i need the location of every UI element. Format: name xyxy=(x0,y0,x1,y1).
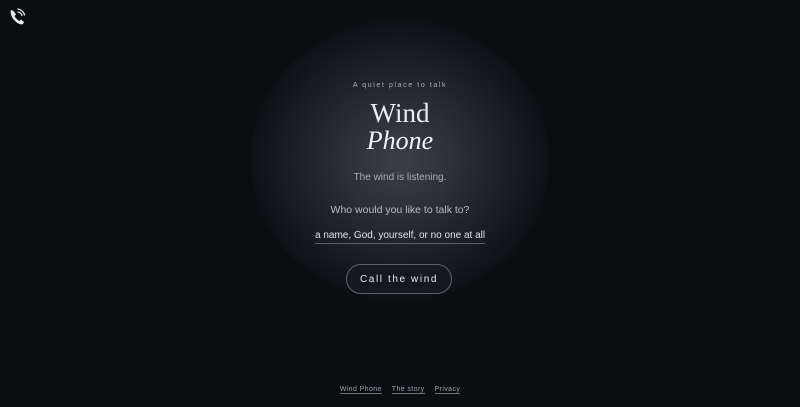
footer-link-wind-phone[interactable]: Wind Phone xyxy=(339,386,382,394)
footer-link-the-story[interactable]: The story xyxy=(391,386,425,394)
footer: Wind Phone The story Privacy xyxy=(0,386,800,394)
app-root: A quiet place to talk Wind Phone The win… xyxy=(0,0,800,407)
page-title-line1: Wind xyxy=(370,98,430,128)
recipient-input[interactable] xyxy=(315,227,485,244)
phone-wind-icon-svg xyxy=(10,8,26,25)
page-title-line2: Phone xyxy=(366,126,434,155)
recipient-field-wrapper xyxy=(315,225,485,244)
footer-link-privacy[interactable]: Privacy xyxy=(434,386,461,394)
call-button[interactable]: Call the wind xyxy=(346,264,452,294)
question-label: Who would you like to talk to? xyxy=(330,204,470,216)
status-text: The wind is listening. xyxy=(353,172,447,183)
phone-wind-icon[interactable] xyxy=(8,6,28,28)
tagline: A quiet place to talk xyxy=(352,82,448,89)
background-glow xyxy=(250,20,550,300)
